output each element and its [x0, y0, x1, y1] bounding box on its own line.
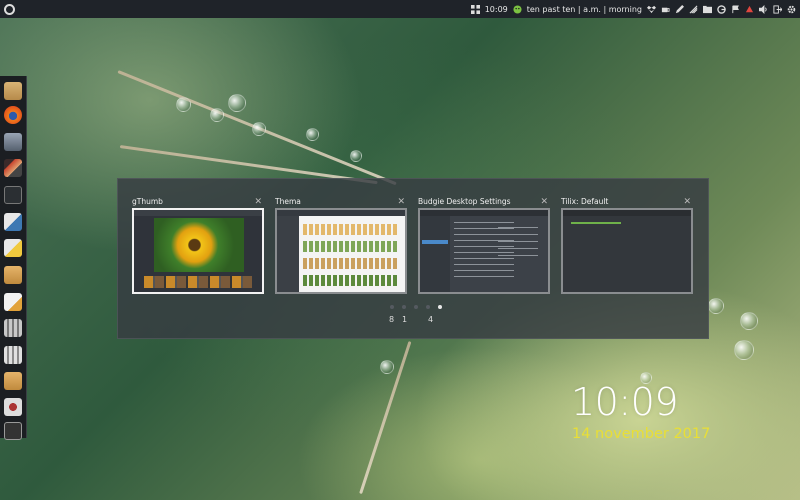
window-item-budgie-settings[interactable]: Budgie Desktop Settings ✕	[418, 196, 550, 294]
app-menu-button[interactable]	[0, 0, 18, 18]
water-drop	[350, 150, 362, 162]
close-icon[interactable]: ✕	[254, 196, 262, 208]
window-switcher: gThumb ✕ Thema ✕ Budgie Desktop Settings…	[117, 178, 709, 339]
folder-icon-2[interactable]	[4, 372, 22, 390]
window-item-gthumb[interactable]: gThumb ✕	[132, 196, 264, 294]
desktop-clock-date: 14 november 2017	[572, 426, 711, 442]
top-panel: 10:09 ten past ten | a.m. | morning	[0, 0, 800, 18]
settings-icon[interactable]	[787, 5, 796, 14]
window-title: Tilix: Default	[561, 197, 609, 206]
spreadsheet-icon[interactable]	[4, 346, 22, 364]
cup-icon[interactable]	[661, 5, 670, 14]
water-drop	[740, 312, 758, 330]
water-drop	[734, 340, 754, 360]
folder-icon[interactable]	[703, 5, 712, 14]
thumb-sidebar	[420, 216, 450, 292]
dock-panel	[0, 76, 27, 440]
window-thumbnail[interactable]	[561, 208, 693, 294]
flag-icon[interactable]	[731, 4, 740, 14]
window-thumbnail[interactable]	[275, 208, 407, 294]
thumb-sidebar	[277, 216, 299, 292]
image-viewer-icon[interactable]	[4, 133, 22, 151]
dropbox-icon[interactable]	[647, 5, 656, 14]
folder-icon[interactable]	[4, 266, 22, 284]
chart-icon[interactable]	[4, 319, 22, 337]
file-grid	[303, 220, 399, 286]
google-icon[interactable]	[717, 4, 726, 14]
network-icon[interactable]	[689, 5, 698, 14]
window-item-thema[interactable]: Thema ✕	[275, 196, 407, 294]
window-thumbnail[interactable]	[132, 208, 264, 294]
close-icon[interactable]: ✕	[683, 196, 691, 208]
window-title: Budgie Desktop Settings	[418, 197, 511, 206]
workspace-dots	[390, 305, 442, 309]
window-thumbnail[interactable]	[418, 208, 550, 294]
window-title: Thema	[275, 197, 301, 206]
water-drop	[176, 97, 191, 112]
video-icon[interactable]	[4, 159, 22, 177]
water-drop	[306, 128, 319, 141]
tilix-icon[interactable]	[4, 422, 22, 440]
python-icon[interactable]	[4, 213, 22, 231]
workspace-dot[interactable]	[426, 305, 430, 309]
pen-icon[interactable]	[675, 4, 684, 14]
workspace-dot[interactable]	[402, 305, 406, 309]
terminal-prompt	[571, 222, 621, 224]
window-title: gThumb	[132, 197, 163, 206]
water-drop	[228, 94, 246, 112]
close-icon[interactable]: ✕	[540, 196, 548, 208]
firefox-icon[interactable]	[4, 106, 22, 124]
panel-clock[interactable]: 10:09	[485, 5, 508, 14]
workspace-dot-active[interactable]	[438, 305, 442, 309]
water-drop	[210, 108, 224, 122]
logout-icon[interactable]	[773, 4, 782, 14]
workspace-label: 1	[402, 315, 408, 324]
workspace-dot[interactable]	[414, 305, 418, 309]
python-icon-2[interactable]	[4, 239, 22, 257]
files-icon[interactable]	[4, 82, 22, 100]
workspace-label: 4	[428, 315, 434, 324]
ubuntu-logo-icon	[3, 3, 15, 15]
settings-selected-row	[422, 240, 448, 244]
volume-icon[interactable]	[759, 4, 768, 14]
thumb-titlebar	[134, 210, 262, 216]
terminal-icon[interactable]	[4, 186, 22, 204]
grid-icon[interactable]	[470, 4, 480, 14]
sunflower-image	[154, 218, 244, 272]
water-drop	[708, 298, 724, 314]
desktop-clock-time: 10:09	[571, 380, 679, 424]
system-tray: 10:09 ten past ten | a.m. | morning	[470, 0, 796, 18]
workspace-label: 8	[389, 315, 395, 324]
workspace-dot[interactable]	[390, 305, 394, 309]
filmstrip	[144, 276, 252, 288]
power-dot-icon[interactable]	[745, 5, 754, 14]
gthumb-icon[interactable]	[4, 398, 22, 416]
thumb-titlebar	[563, 210, 691, 216]
settings-lines-2	[498, 222, 538, 262]
text-editor-icon[interactable]	[4, 293, 22, 311]
close-icon[interactable]: ✕	[397, 196, 405, 208]
water-drop	[380, 360, 394, 374]
window-item-tilix[interactable]: Tilix: Default ✕	[561, 196, 693, 294]
fuzzy-clock-text[interactable]: ten past ten | a.m. | morning	[527, 5, 642, 14]
water-drop	[252, 122, 266, 136]
face-icon[interactable]	[513, 4, 522, 14]
